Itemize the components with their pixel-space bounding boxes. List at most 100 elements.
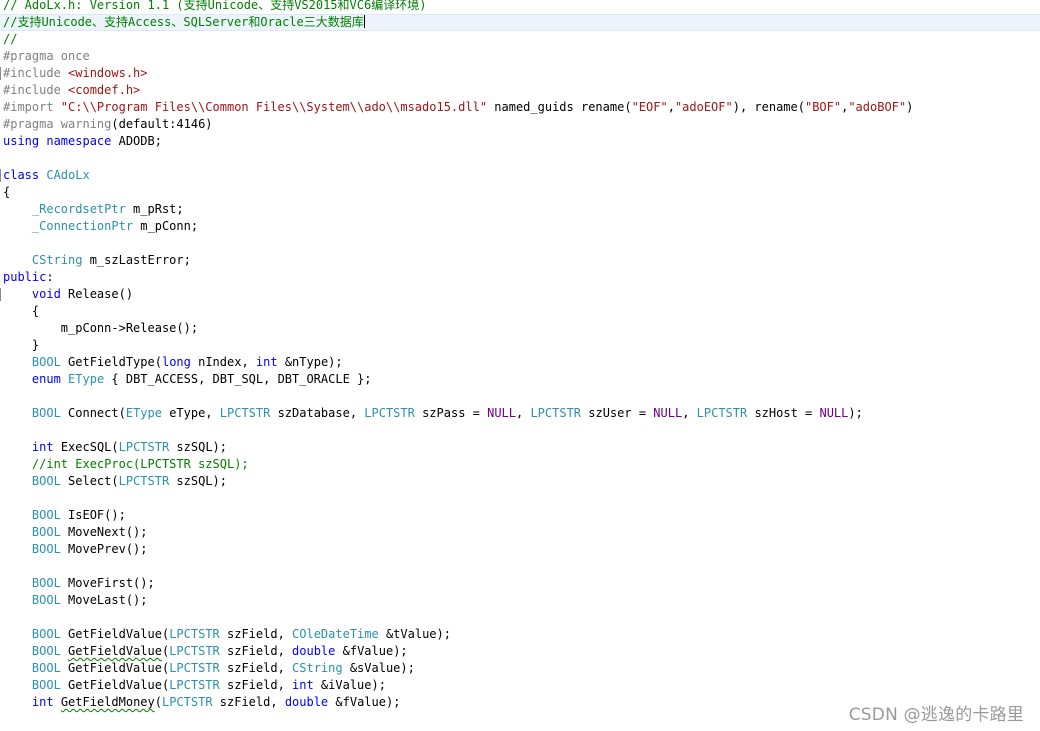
code-token: BOOL xyxy=(31,644,61,658)
code-line[interactable] xyxy=(0,235,1040,252)
code-token: , xyxy=(667,100,675,114)
code-line[interactable]: BOOL MoveLast(); xyxy=(0,592,1040,609)
code-token: named_guids rename( xyxy=(487,100,632,114)
code-token: CAdoLx xyxy=(46,168,90,182)
code-line[interactable]: class CAdoLx xyxy=(0,167,1040,184)
code-text: BOOL GetFieldType(long nIndex, int &nTyp… xyxy=(3,354,343,371)
code-token: BOOL xyxy=(31,508,61,522)
code-token: ( xyxy=(154,695,162,709)
code-token: m_pConn; xyxy=(133,219,199,233)
code-line[interactable]: void Release() xyxy=(0,286,1040,303)
code-token: #pragma once xyxy=(3,49,90,63)
code-line[interactable]: BOOL MovePrev(); xyxy=(0,541,1040,558)
code-line[interactable]: } xyxy=(0,337,1040,354)
code-line[interactable]: m_pConn->Release(); xyxy=(0,320,1040,337)
code-token: szHost = xyxy=(747,406,820,420)
code-token: EType xyxy=(125,406,162,420)
code-line[interactable]: #include <windows.h> xyxy=(0,65,1040,82)
code-line[interactable]: BOOL GetFieldType(long nIndex, int &nTyp… xyxy=(0,354,1040,371)
code-token: "EOF" xyxy=(631,100,668,114)
code-line[interactable]: public: xyxy=(0,269,1040,286)
code-text: BOOL IsEOF(); xyxy=(3,507,126,524)
code-text: BOOL MoveNext(); xyxy=(3,524,148,541)
code-line[interactable]: BOOL Connect(EType eType, LPCTSTR szData… xyxy=(0,405,1040,422)
code-text: #include <comdef.h> xyxy=(3,82,140,99)
code-line[interactable]: BOOL Select(LPCTSTR szSQL); xyxy=(0,473,1040,490)
code-line[interactable]: enum EType { DBT_ACCESS, DBT_SQL, DBT_OR… xyxy=(0,371,1040,388)
code-text: _ConnectionPtr m_pConn; xyxy=(3,218,198,235)
code-token: szDatabase, xyxy=(270,406,365,420)
code-token: double xyxy=(292,644,336,658)
code-line[interactable]: #pragma once xyxy=(0,48,1040,65)
code-line[interactable]: BOOL IsEOF(); xyxy=(0,507,1040,524)
text-caret xyxy=(363,15,365,28)
code-token: enum xyxy=(31,372,61,386)
code-text: BOOL MoveLast(); xyxy=(3,592,148,609)
code-line[interactable]: // AdoLx.h: Version 1.1 (支持Unicode、支持VS2… xyxy=(0,0,1040,14)
code-line[interactable]: // xyxy=(0,31,1040,48)
code-token: LPCTSTR xyxy=(169,661,220,675)
code-line[interactable]: BOOL GetFieldValue(LPCTSTR szField, int … xyxy=(0,677,1040,694)
fold-marker-icon[interactable] xyxy=(0,288,1,301)
code-text: { xyxy=(3,303,39,320)
code-line[interactable]: //支持Unicode、支持Access、SQLServer和Oracle三大数… xyxy=(0,14,1040,31)
code-token: long xyxy=(161,355,191,369)
fold-marker-icon[interactable] xyxy=(0,67,1,80)
code-token: CString xyxy=(31,253,83,267)
code-line[interactable]: #include <comdef.h> xyxy=(0,82,1040,99)
code-line[interactable] xyxy=(0,150,1040,167)
code-line[interactable]: BOOL GetFieldValue(LPCTSTR szField, doub… xyxy=(0,643,1040,660)
code-token: Connect( xyxy=(60,406,126,420)
code-token: : xyxy=(46,270,54,284)
code-token: LPCTSTR xyxy=(530,406,582,420)
code-editor[interactable]: // AdoLx.h: Version 1.1 (支持Unicode、支持VS2… xyxy=(0,0,1040,731)
fold-marker-icon[interactable] xyxy=(0,169,1,182)
code-line[interactable] xyxy=(0,558,1040,575)
code-line[interactable]: BOOL GetFieldValue(LPCTSTR szField, COle… xyxy=(0,626,1040,643)
code-line[interactable]: BOOL GetFieldValue(LPCTSTR szField, CStr… xyxy=(0,660,1040,677)
code-line[interactable]: int ExecSQL(LPCTSTR szSQL); xyxy=(0,439,1040,456)
code-line[interactable]: _RecordsetPtr m_pRst; xyxy=(0,201,1040,218)
code-line[interactable] xyxy=(0,490,1040,507)
code-line[interactable] xyxy=(0,422,1040,439)
code-token: int xyxy=(31,440,54,454)
code-token: szField, xyxy=(219,627,293,641)
code-text: //int ExecProc(LPCTSTR szSQL); xyxy=(3,456,249,473)
code-line[interactable]: #import "C:\\Program Files\\Common Files… xyxy=(0,99,1040,116)
code-line[interactable]: _ConnectionPtr m_pConn; xyxy=(0,218,1040,235)
code-line[interactable]: BOOL MoveNext(); xyxy=(0,524,1040,541)
code-text: #include <windows.h> xyxy=(3,65,148,82)
code-text: BOOL Connect(EType eType, LPCTSTR szData… xyxy=(3,405,863,422)
code-line[interactable]: BOOL MoveFirst(); xyxy=(0,575,1040,592)
code-line[interactable]: { xyxy=(0,303,1040,320)
code-line[interactable]: CString m_szLastError; xyxy=(0,252,1040,269)
code-text: BOOL Select(LPCTSTR szSQL); xyxy=(3,473,227,490)
code-line[interactable]: { xyxy=(0,184,1040,201)
code-line[interactable] xyxy=(0,388,1040,405)
code-text: m_pConn->Release(); xyxy=(3,320,198,337)
code-token: MoveFirst(); xyxy=(60,576,155,590)
code-line[interactable] xyxy=(0,609,1040,626)
code-line[interactable]: #pragma warning(default:4146) xyxy=(0,116,1040,133)
code-token: "BOF" xyxy=(804,100,842,114)
code-text: BOOL GetFieldValue(LPCTSTR szField, CStr… xyxy=(3,660,415,677)
code-token: GetFieldType( xyxy=(60,355,162,369)
code-line[interactable]: //int ExecProc(LPCTSTR szSQL); xyxy=(0,456,1040,473)
code-token: { xyxy=(3,304,40,318)
code-token: int xyxy=(31,695,54,709)
code-token: // AdoLx.h: Version 1.1 (支持Unicode、支持VS2… xyxy=(3,0,427,12)
code-line[interactable]: using namespace ADODB; xyxy=(0,133,1040,150)
code-token: szField, xyxy=(219,661,293,675)
code-token: NULL xyxy=(487,406,516,420)
code-token: BOOL xyxy=(31,542,61,556)
code-token: &nType); xyxy=(277,355,343,369)
code-token: BOOL xyxy=(31,355,61,369)
